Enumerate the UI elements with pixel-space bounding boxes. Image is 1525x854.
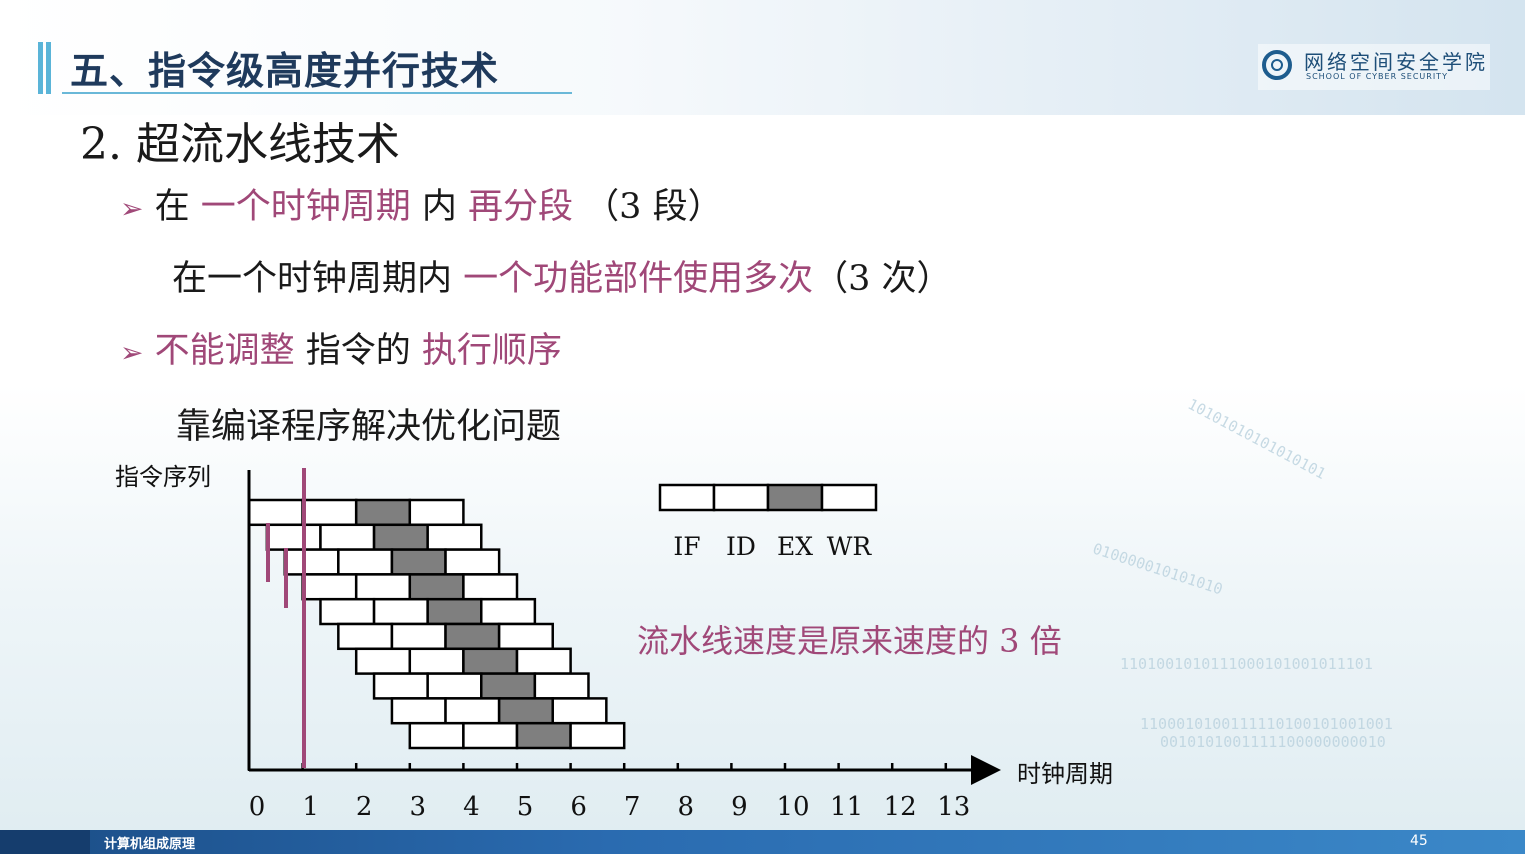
stage-block-if bbox=[265, 523, 322, 551]
legend-stage-if bbox=[658, 483, 716, 512]
stage-block-if bbox=[354, 647, 412, 675]
x-tick-label: 12 bbox=[884, 792, 917, 822]
instruction-row bbox=[372, 672, 590, 700]
stage-block-if bbox=[283, 548, 340, 576]
legend-label-if: IF bbox=[673, 532, 700, 561]
instruction-row bbox=[319, 597, 537, 626]
x-tick-label: 6 bbox=[570, 792, 587, 822]
stage-block-if bbox=[372, 672, 429, 700]
instruction-row bbox=[337, 622, 554, 651]
stage-block-id bbox=[462, 721, 519, 750]
x-tick-label: 5 bbox=[517, 792, 534, 822]
stage-block-wr bbox=[515, 647, 572, 675]
stage-legend: IF ID EX WR bbox=[658, 483, 878, 561]
stage-block-wr bbox=[444, 548, 501, 576]
stage-block-ex bbox=[497, 697, 554, 725]
y-axis-label: 指令序列 bbox=[115, 464, 211, 491]
legend-stage-ex bbox=[766, 483, 824, 512]
stage-block-wr bbox=[480, 597, 537, 626]
instruction-row bbox=[390, 697, 608, 725]
stage-block-id bbox=[390, 622, 447, 651]
stage-block-id bbox=[354, 573, 412, 601]
x-tick-label: 13 bbox=[937, 792, 970, 822]
stage-block-wr bbox=[497, 622, 554, 651]
stage-block-wr bbox=[408, 498, 465, 527]
legend-label-id: ID bbox=[726, 532, 756, 561]
x-tick-label: 3 bbox=[410, 792, 427, 822]
stage-block-wr bbox=[426, 523, 483, 551]
footer-bar: 计算机组成原理 45 bbox=[0, 830, 1525, 854]
x-tick-label: 7 bbox=[624, 792, 641, 822]
instruction-row bbox=[354, 647, 572, 675]
x-tick-label: 0 bbox=[249, 792, 266, 822]
footer-accent bbox=[0, 830, 90, 854]
x-tick-label: 9 bbox=[731, 792, 748, 822]
stage-block-ex bbox=[515, 721, 572, 750]
page-number: 45 bbox=[1410, 833, 1428, 849]
stage-block-ex bbox=[408, 573, 465, 601]
stage-block-if bbox=[301, 573, 358, 601]
x-tick-label: 1 bbox=[302, 792, 319, 822]
legend-stage-id bbox=[712, 483, 770, 512]
x-tick-label: 11 bbox=[830, 792, 863, 822]
stage-block-wr bbox=[569, 721, 626, 750]
stage-block-id bbox=[301, 498, 358, 527]
stage-block-wr bbox=[533, 672, 590, 700]
x-axis-label: 时钟周期 bbox=[1017, 761, 1113, 788]
stage-block-if bbox=[319, 597, 376, 626]
stage-block-ex bbox=[426, 597, 483, 626]
stage-block-id bbox=[319, 523, 376, 551]
course-name: 计算机组成原理 bbox=[104, 837, 196, 852]
instruction-row bbox=[247, 498, 465, 527]
stage-block-ex bbox=[372, 523, 429, 551]
stage-block-ex bbox=[480, 672, 537, 700]
pipeline-diagram: 0 1 2 3 4 5 6 7 8 9 10 11 12 13 指令序列 时钟周期 IF ID EX WR 流水… bbox=[115, 464, 1113, 822]
stage-block-if bbox=[337, 622, 394, 651]
instruction-row bbox=[283, 548, 501, 576]
x-tick-label: 10 bbox=[776, 792, 809, 822]
legend-label-ex: EX bbox=[777, 532, 813, 561]
x-tick-label: 4 bbox=[463, 792, 480, 822]
x-tick-labels: 0 1 2 3 4 5 6 7 8 9 10 11 12 13 bbox=[249, 792, 971, 822]
stage-block-id bbox=[372, 597, 429, 626]
stage-block-id bbox=[408, 647, 465, 675]
stage-block-if bbox=[390, 697, 447, 725]
stage-block-wr bbox=[462, 573, 519, 601]
stage-block-ex bbox=[444, 622, 501, 651]
instruction-row bbox=[265, 523, 483, 551]
stage-block-ex bbox=[354, 498, 412, 527]
instruction-row bbox=[408, 721, 626, 750]
speedup-note: 流水线速度是原来速度的 3 倍 bbox=[637, 622, 1062, 660]
stage-block-ex bbox=[390, 548, 447, 576]
stage-block-id bbox=[426, 672, 483, 700]
stage-block-wr bbox=[551, 697, 608, 725]
x-tick-label: 8 bbox=[678, 792, 695, 822]
legend-label-wr: WR bbox=[827, 532, 873, 561]
legend-stage-wr bbox=[820, 483, 878, 512]
x-tick-label: 2 bbox=[356, 792, 373, 822]
stage-block-if bbox=[408, 721, 465, 750]
stage-block-id bbox=[337, 548, 394, 576]
instruction-row bbox=[301, 573, 519, 601]
stage-block-if bbox=[247, 498, 304, 527]
stage-block-ex bbox=[462, 647, 519, 675]
stage-block-id bbox=[444, 697, 501, 725]
